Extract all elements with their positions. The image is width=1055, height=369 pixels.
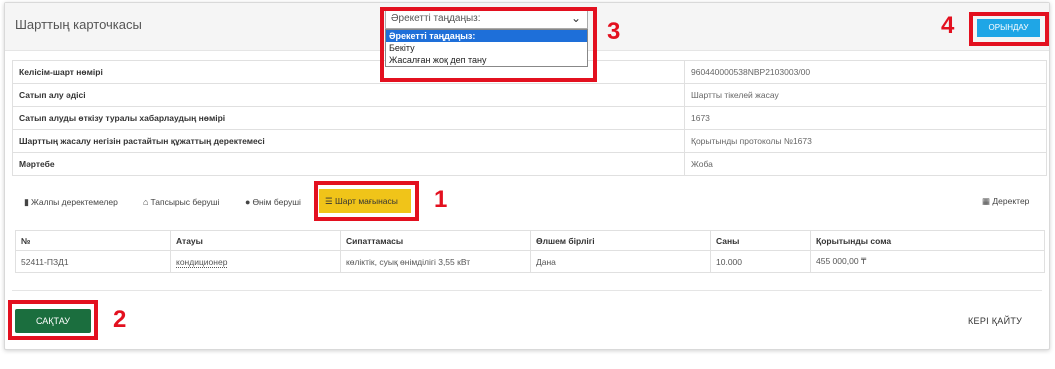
- tab-customer[interactable]: ⌂ Тапсырыс беруші: [143, 193, 219, 211]
- column-header: Сипаттамасы: [340, 230, 531, 251]
- item-name-link[interactable]: кондиционер: [176, 256, 228, 268]
- column-header: Атауы: [170, 230, 341, 251]
- info-label: Шарттың жасалу негізін растайтын құжатты…: [12, 129, 685, 153]
- info-value: Жоба: [684, 152, 1047, 176]
- table-row: Мәртебе Жоба: [12, 152, 1047, 176]
- info-label: Сатып алуды өткізу туралы хабарлаудың нө…: [12, 106, 685, 130]
- annotation-number-3: 3: [607, 18, 621, 45]
- tab-data-label: Деректер: [992, 196, 1030, 206]
- column-header: Қорытынды сома: [810, 230, 1045, 251]
- items-table: № Атауы Сипаттамасы Өлшем бірлігі Саны Қ…: [15, 230, 1045, 273]
- tab-supplier-label: Өнім беруші: [252, 197, 301, 207]
- table-row: 52411-ПЗД1 кондиционер көліктік, суық өн…: [15, 250, 1045, 273]
- table-row: Сатып алуды өткізу туралы хабарлаудың нө…: [12, 106, 1047, 130]
- table-row: Шарттың жасалу негізін растайтын құжатты…: [12, 129, 1047, 153]
- annotation-number-4: 4: [941, 12, 955, 39]
- table-cell: көліктік, суық өнімділігі 3,55 кВт: [340, 250, 531, 273]
- divider: [12, 290, 1042, 291]
- table-cell: 455 000,00 ₸: [810, 250, 1045, 273]
- tab-general[interactable]: ▮ Жалпы деректемелер: [24, 193, 118, 211]
- table-cell: 52411-ПЗД1: [15, 250, 171, 273]
- highlight-box-4: [969, 12, 1049, 46]
- info-value: Қорытынды протоколы №1673: [684, 129, 1047, 153]
- tab-customer-label: Тапсырыс беруші: [150, 197, 220, 207]
- tab-general-label: Жалпы деректемелер: [30, 197, 118, 207]
- table-header-row: № Атауы Сипаттамасы Өлшем бірлігі Саны Қ…: [15, 230, 1045, 251]
- page-title: Шарттың карточкасы: [15, 17, 142, 32]
- highlight-box-3: [380, 7, 597, 82]
- user-icon: ●: [245, 197, 251, 207]
- back-button[interactable]: КЕРІ ҚАЙТУ: [968, 316, 1022, 326]
- annotation-number-1: 1: [434, 186, 448, 213]
- table-cell: кондиционер: [170, 250, 341, 273]
- column-header: №: [15, 230, 171, 251]
- book-icon: ▮: [24, 197, 29, 207]
- highlight-box-1: [314, 181, 419, 221]
- column-header: Саны: [710, 230, 811, 251]
- table-cell: Дана: [530, 250, 711, 273]
- table-cell: 10.000: [710, 250, 811, 273]
- tab-data[interactable]: ▦ Деректер: [982, 196, 1029, 207]
- info-value: Шартты тікелей жасау: [684, 83, 1047, 107]
- building-icon: ⌂: [143, 197, 149, 207]
- info-value: 960440000538NBP2103003/00: [684, 60, 1047, 84]
- info-value: 1673: [684, 106, 1047, 130]
- calendar-icon: ▦: [982, 196, 991, 206]
- annotation-number-2: 2: [113, 306, 127, 333]
- table-row: Сатып алу әдісі Шартты тікелей жасау: [12, 83, 1047, 107]
- highlight-box-2: [8, 300, 98, 340]
- info-label: Мәртебе: [12, 152, 685, 176]
- column-header: Өлшем бірлігі: [530, 230, 711, 251]
- tab-supplier[interactable]: ● Өнім беруші: [245, 193, 301, 211]
- info-label: Сатып алу әдісі: [12, 83, 685, 107]
